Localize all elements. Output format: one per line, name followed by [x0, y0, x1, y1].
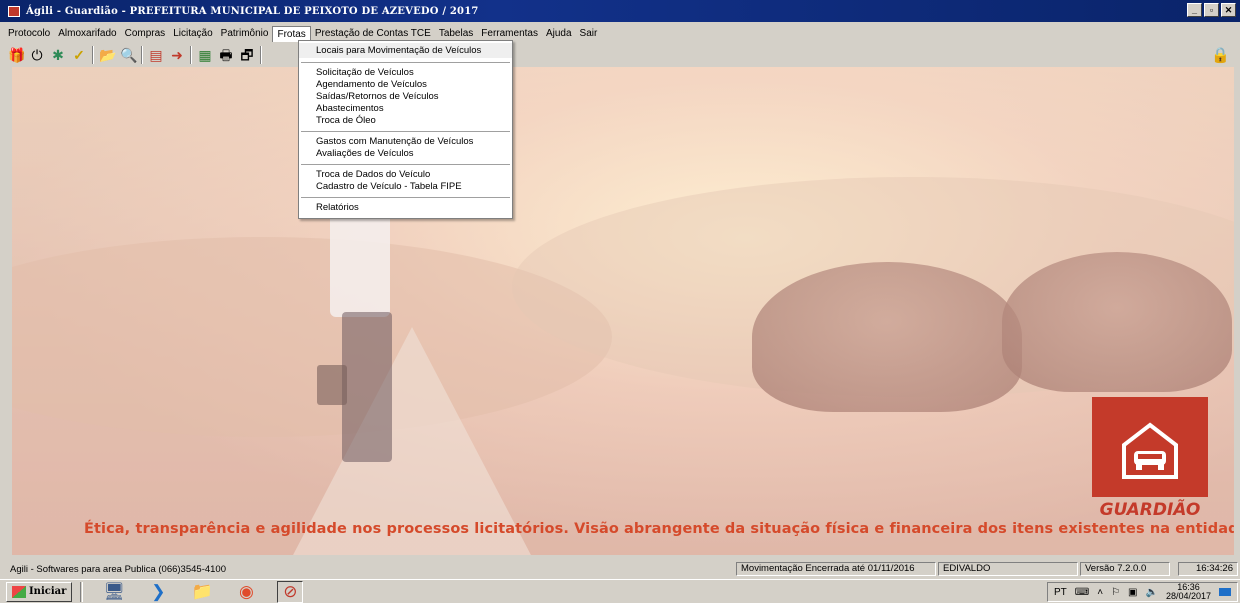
minimize-button[interactable]: _: [1187, 3, 1202, 17]
slogan: Ética, transparência e agilidade nos pro…: [84, 521, 1234, 537]
menuitem-avaliacoes[interactable]: Avaliações de Veículos: [299, 148, 512, 160]
toolbar-separator: [190, 46, 192, 64]
show-desktop-icon[interactable]: [1219, 588, 1231, 596]
menu-separator: [301, 197, 510, 198]
flag-icon[interactable]: ⚐: [1111, 587, 1120, 598]
briefcase: [317, 365, 347, 405]
printer-icon[interactable]: 🖶: [218, 47, 234, 63]
toolbar-separator: [92, 46, 94, 64]
start-button[interactable]: Iniciar: [6, 581, 73, 602]
menu-compras[interactable]: Compras: [121, 26, 170, 41]
folder-icon[interactable]: 📂: [99, 47, 116, 63]
power-icon[interactable]: ⏻: [29, 47, 45, 63]
folder-icon[interactable]: 📁: [189, 582, 215, 602]
hay-bale: [752, 262, 1022, 412]
windows-flag-icon: [12, 585, 26, 598]
menuitem-troca-oleo[interactable]: Troca de Óleo: [299, 115, 512, 127]
app-icon: [8, 5, 20, 17]
menu-almoxarifado[interactable]: Almoxarifado: [54, 26, 120, 41]
export-icon[interactable]: ➜: [169, 47, 185, 63]
menuitem-relatorios[interactable]: Relatórios: [299, 202, 512, 214]
menu-protocolo[interactable]: Protocolo: [4, 26, 54, 41]
menuitem-solicitacao[interactable]: Solicitação de Veículos: [299, 67, 512, 79]
check-icon[interactable]: ✓: [71, 47, 87, 63]
status-user: EDIVALDO: [938, 562, 1078, 576]
chrome-icon[interactable]: ◉: [233, 582, 259, 602]
close-button[interactable]: ✕: [1221, 3, 1236, 17]
menuitem-agendamento[interactable]: Agendamento de Veículos: [299, 79, 512, 91]
menu-ajuda[interactable]: Ajuda: [542, 26, 576, 41]
maximize-button[interactable]: ▫: [1204, 3, 1219, 17]
taskbar: Iniciar 🖥 ❯ 📁 ◉ ⊘ PT ⌨ ˄ ⚐ ▣ 🔈 16:36 28/…: [0, 579, 1240, 603]
toolbar-separator: [141, 46, 143, 64]
start-label: Iniciar: [29, 586, 67, 597]
lock-icon[interactable]: 🔒: [1211, 46, 1230, 64]
menu-licitacao[interactable]: Licitação: [169, 26, 216, 41]
guardiao-logo: [1092, 397, 1208, 497]
main-background: GUARDIÃO Ética, transparência e agilidad…: [12, 67, 1234, 555]
clock-date: 28/04/2017: [1165, 591, 1211, 601]
computer-icon[interactable]: 🖥: [101, 582, 127, 602]
toolbar-separator: [260, 46, 262, 64]
logo-text: GUARDIÃO: [1099, 500, 1201, 520]
properties-icon[interactable]: 🗗: [239, 47, 255, 63]
agili-app-icon[interactable]: ⊘: [277, 580, 304, 603]
window-title: Ágili - Guardião - PREFEITURA MUNICIPAL …: [26, 5, 479, 17]
menuitem-abastecimentos[interactable]: Abastecimentos: [299, 103, 512, 115]
menuitem-locais-movimentacao[interactable]: Locais para Movimentação de Veículos: [299, 43, 512, 58]
menu-bar: Protocolo Almoxarifado Compras Licitação…: [0, 24, 1240, 43]
menu-separator: [301, 62, 510, 63]
menu-prestacao-contas[interactable]: Prestação de Contas TCE: [311, 26, 435, 41]
menu-sair[interactable]: Sair: [576, 26, 602, 41]
network-icon[interactable]: ▣: [1128, 587, 1137, 598]
status-time: 16:34:26: [1178, 562, 1238, 576]
toolbar: 🎁 ⏻ ✱ ✓ 📂 🔍 ▤ ➜ ▦ 🖶 🗗 🔒: [0, 43, 1240, 67]
clock[interactable]: 16:36 28/04/2017: [1166, 583, 1211, 601]
language-indicator[interactable]: PT: [1054, 587, 1067, 598]
chevron-up-icon[interactable]: ˄: [1097, 587, 1103, 598]
card-icon[interactable]: ▦: [197, 47, 213, 63]
status-bar: Agili - Softwares para area Publica (066…: [0, 561, 1240, 577]
hay-bale: [1002, 252, 1232, 392]
report-icon[interactable]: ▤: [148, 47, 164, 63]
menu-tabelas[interactable]: Tabelas: [435, 26, 477, 41]
person-legs: [342, 312, 392, 462]
window-controls: _ ▫ ✕: [1187, 3, 1236, 17]
menuitem-troca-dados[interactable]: Troca de Dados do Veículo: [299, 169, 512, 181]
gift-icon[interactable]: 🎁: [8, 47, 25, 63]
powershell-icon[interactable]: ❯: [145, 582, 171, 602]
status-company: Agili - Softwares para area Publica (066…: [10, 563, 226, 575]
status-version: Versão 7.2.0.0: [1080, 562, 1170, 576]
menuitem-gastos-manutencao[interactable]: Gastos com Manutenção de Veículos: [299, 136, 512, 148]
menuitem-saidas-retornos[interactable]: Saídas/Retornos de Veículos: [299, 91, 512, 103]
title-bar: Ágili - Guardião - PREFEITURA MUNICIPAL …: [0, 0, 1240, 22]
menu-separator: [301, 131, 510, 132]
binoculars-icon[interactable]: 🔍: [120, 47, 137, 63]
system-tray: PT ⌨ ˄ ⚐ ▣ 🔈 16:36 28/04/2017: [1047, 582, 1238, 602]
frotas-dropdown: Locais para Movimentação de Veículos Sol…: [298, 40, 513, 219]
menu-ferramentas[interactable]: Ferramentas: [477, 26, 542, 41]
house-car-icon: [1122, 422, 1178, 479]
puzzle-icon[interactable]: ✱: [50, 47, 66, 63]
status-movement: Movimentação Encerrada até 01/11/2016: [736, 562, 936, 576]
menuitem-cadastro-fipe[interactable]: Cadastro de Veículo - Tabela FIPE: [299, 181, 512, 193]
keyboard-icon[interactable]: ⌨: [1075, 587, 1089, 598]
taskbar-separator: [80, 581, 84, 602]
menu-patrimonio[interactable]: Patrimônio: [217, 26, 273, 41]
volume-icon[interactable]: 🔈: [1146, 587, 1158, 598]
menu-separator: [301, 164, 510, 165]
